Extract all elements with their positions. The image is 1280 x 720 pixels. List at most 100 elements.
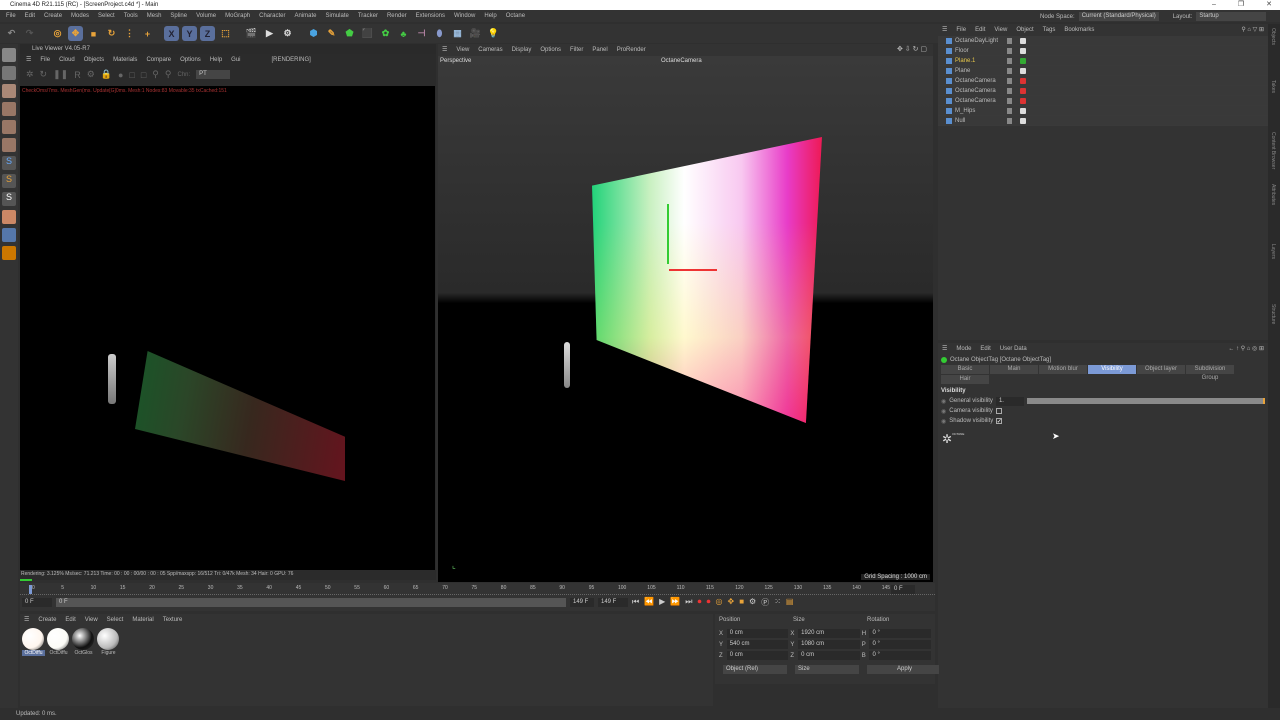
om-menu-bookmarks[interactable]: Bookmarks — [1064, 25, 1094, 35]
tab-hair[interactable]: Hair — [941, 375, 989, 384]
vp-menu-panel[interactable]: Panel — [592, 45, 607, 55]
live-selection-icon[interactable]: ◎ — [50, 26, 65, 41]
menu-octane[interactable]: Octane — [506, 10, 525, 22]
snap-settings-icon[interactable]: S — [2, 174, 16, 188]
shadow-visibility-checkbox[interactable]: ✓ — [996, 418, 1003, 425]
max-frame-field[interactable]: 149 F — [598, 597, 628, 607]
node-space-select[interactable]: Current (Standard/Physical) — [1078, 12, 1159, 21]
redo-icon[interactable]: ↷ — [22, 26, 37, 41]
record-icon[interactable]: ⏺ — [698, 597, 702, 608]
timeline-right-field[interactable]: 0 F — [891, 585, 915, 594]
visibility-toggle-icon[interactable] — [1007, 97, 1012, 104]
points-mode-icon[interactable] — [2, 102, 16, 116]
side-tab[interactable]: Objects — [1268, 24, 1278, 76]
material-item[interactable]: OctDiffu — [47, 628, 70, 656]
animate-dot-icon[interactable]: ◉ — [941, 398, 946, 405]
make-editable-icon[interactable] — [2, 48, 16, 62]
pen-icon[interactable]: ✎ — [324, 26, 339, 41]
visibility-toggle-icon[interactable] — [1007, 47, 1012, 54]
animate-dot-icon[interactable]: ◉ — [941, 408, 946, 415]
hamburger-icon[interactable]: ☰ — [26, 55, 31, 65]
coord-field[interactable]: 1920 cm — [798, 629, 860, 638]
tag-icon[interactable] — [1020, 97, 1026, 104]
menu-mesh[interactable]: Mesh — [147, 10, 162, 22]
am-menu-user-data[interactable]: User Data — [1000, 344, 1027, 354]
mm-menu-create[interactable]: Create — [38, 615, 56, 625]
tag-icon[interactable] — [1020, 117, 1026, 124]
om-menu-edit[interactable]: Edit — [975, 25, 985, 35]
workplane-icon[interactable]: S — [2, 192, 16, 206]
side-tab[interactable]: Attributes — [1268, 180, 1278, 240]
model-mode-icon[interactable] — [2, 66, 16, 80]
visibility-toggle-icon[interactable] — [1007, 57, 1012, 64]
tag-icon[interactable] — [1020, 87, 1026, 94]
visibility-toggle-icon[interactable] — [1007, 67, 1012, 74]
next-key-icon[interactable]: ⏩ — [670, 597, 680, 608]
minimize-button[interactable]: – — [1212, 0, 1216, 10]
menu-animate[interactable]: Animate — [294, 10, 316, 22]
menu-file[interactable]: File — [6, 10, 16, 22]
general-visibility-input[interactable]: 1. — [995, 396, 1024, 406]
mm-menu-texture[interactable]: Texture — [163, 615, 183, 625]
autokey-icon[interactable]: ⏺ — [707, 597, 711, 608]
x-axis-handle[interactable] — [669, 269, 717, 271]
field-icon[interactable]: ⬮ — [432, 26, 447, 41]
object-row[interactable]: Plane — [938, 66, 1268, 76]
object-row[interactable]: OctaneDayLight — [938, 36, 1268, 46]
tab-subdivision-group[interactable]: Subdivision Group — [1186, 365, 1234, 381]
apply-button[interactable]: Apply — [867, 665, 939, 674]
coord-field[interactable]: 0 cm — [726, 629, 789, 638]
coord-field[interactable]: 0 cm — [726, 651, 789, 660]
vp-menu-cameras[interactable]: Cameras — [478, 45, 502, 55]
tag-icon[interactable] — [1020, 37, 1026, 44]
hamburger-icon[interactable]: ☰ — [24, 615, 29, 625]
vp-menu-display[interactable]: Display — [512, 45, 532, 55]
cloner-icon[interactable]: ✿ — [378, 26, 393, 41]
vp-menu-filter[interactable]: Filter — [570, 45, 583, 55]
render-view-icon[interactable]: 🎬 — [244, 26, 259, 41]
coordinate-system-icon[interactable]: ⬚ — [218, 26, 233, 41]
key-position-icon[interactable]: ✥ — [727, 597, 734, 608]
vp-menu-view[interactable]: View — [456, 45, 469, 55]
lv-menu-objects[interactable]: Objects — [84, 55, 104, 65]
current-frame-field[interactable]: 0 F — [22, 597, 52, 607]
material-ball-icon[interactable]: ● — [118, 70, 123, 80]
tab-main[interactable]: Main — [990, 365, 1038, 374]
floor-icon[interactable]: ▦ — [450, 26, 465, 41]
menu-help[interactable]: Help — [484, 10, 496, 22]
hamburger-icon[interactable]: ☰ — [942, 344, 947, 354]
x-axis-button[interactable]: X — [164, 26, 179, 41]
am-menu-mode[interactable]: Mode — [956, 344, 971, 354]
y-axis-handle[interactable] — [667, 204, 669, 264]
mm-menu-view[interactable]: View — [85, 615, 98, 625]
move-icon[interactable]: ✥ — [68, 26, 83, 41]
lv-menu-gui[interactable]: Gui — [231, 55, 240, 65]
send-scene-icon[interactable]: ✲ — [26, 69, 34, 80]
menu-create[interactable]: Create — [44, 10, 62, 22]
rotate-icon[interactable]: ↻ — [104, 26, 119, 41]
coord-field[interactable]: 0 ° — [869, 629, 932, 638]
visibility-toggle-icon[interactable] — [1007, 77, 1012, 84]
vp-menu-prorender[interactable]: ProRender — [617, 45, 646, 55]
menu-simulate[interactable]: Simulate — [326, 10, 349, 22]
focus-pick-icon[interactable]: ⚲ — [165, 69, 172, 80]
undo-icon[interactable]: ↶ — [4, 26, 19, 41]
tag-icon[interactable] — [1020, 47, 1026, 54]
deformer-icon[interactable]: ⊣ — [414, 26, 429, 41]
object-row[interactable]: OctaneCamera — [938, 96, 1268, 106]
material-item[interactable]: OctDiffu — [22, 628, 45, 656]
scale-icon[interactable]: ■ — [86, 26, 101, 41]
om-menu-file[interactable]: File — [956, 25, 966, 35]
coord-field[interactable]: 1080 cm — [798, 640, 860, 649]
render-picture-viewer-icon[interactable]: ▶ — [262, 26, 277, 41]
object-row[interactable]: Null — [938, 116, 1268, 126]
figure-model[interactable] — [564, 342, 570, 388]
goto-end-icon[interactable]: ⏭ — [685, 597, 692, 608]
tab-basic[interactable]: Basic — [941, 365, 989, 374]
om-menu-object[interactable]: Object — [1016, 25, 1033, 35]
3d-viewport[interactable]: Perspective OctaneCamera Grid Spacing : … — [438, 56, 933, 582]
om-search-icon[interactable]: ⚲ ⌂ ▽ ⊞ — [1241, 25, 1264, 35]
mograph-icon[interactable]: ♣ — [396, 26, 411, 41]
coord-field[interactable]: 0 ° — [869, 640, 932, 649]
lv-menu-file[interactable]: File — [40, 55, 50, 65]
